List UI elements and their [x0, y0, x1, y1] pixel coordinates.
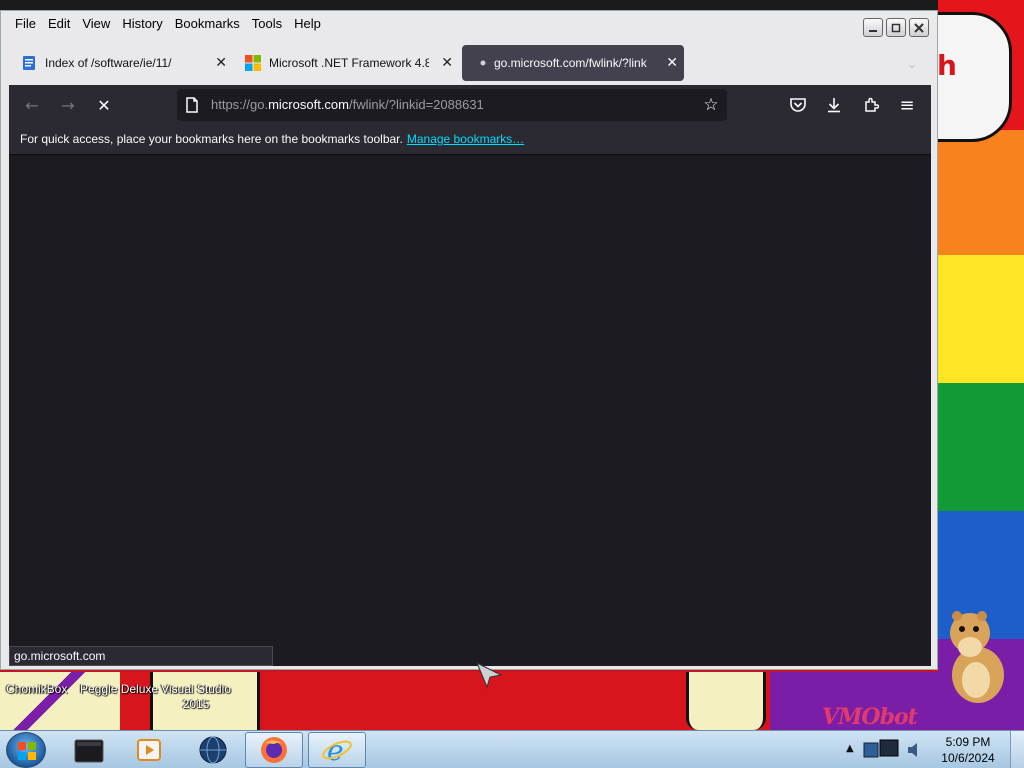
restore-icon — [891, 23, 901, 32]
page-content-area[interactable]: go.microsoft.com — [9, 155, 931, 689]
microsoft-logo-icon — [245, 55, 261, 71]
url-path: /fwlink/?linkid=2088631 — [349, 97, 484, 112]
media-player-icon — [137, 739, 161, 761]
tab-index-software[interactable]: Index of /software/ie/11/ ✕ — [9, 45, 233, 81]
document-icon — [23, 56, 35, 70]
window-controls — [863, 18, 929, 37]
status-panel: go.microsoft.com — [9, 646, 273, 666]
clock-date: 10/6/2024 — [941, 751, 995, 765]
terminal-icon — [74, 739, 104, 763]
bookmarks-hint-text: For quick access, place your bookmarks h… — [20, 132, 403, 146]
taskbar: e ▲ 5:09 PM 10/6/2024 — [0, 730, 1024, 768]
download-icon — [828, 98, 840, 113]
taskbar-clock[interactable]: 5:09 PM 10/6/2024 — [930, 734, 1006, 766]
tab-close-button[interactable]: ✕ — [215, 54, 227, 71]
close-icon — [914, 22, 924, 33]
menu-tools[interactable]: Tools — [246, 13, 288, 35]
speech-bubble-text: h — [937, 49, 957, 82]
firefox-icon — [261, 737, 287, 763]
tab-close-button[interactable]: ✕ — [441, 54, 453, 71]
pocket-icon — [790, 98, 806, 112]
close-window-button[interactable] — [909, 18, 929, 37]
rainbow-yellow — [938, 255, 1024, 383]
internet-explorer-icon: e — [322, 735, 352, 765]
back-button[interactable]: ← — [21, 95, 43, 115]
stop-loading-button[interactable]: ✕ — [93, 95, 115, 115]
hamster-image — [950, 611, 1004, 703]
rainbow-green — [938, 383, 1024, 511]
taskbar-item-media-player[interactable] — [120, 732, 178, 768]
tab-title: Microsoft .NET Framework 4.8 o — [269, 56, 429, 70]
app-menu-button[interactable]: ≡ — [897, 95, 917, 116]
downloads-button[interactable] — [824, 95, 844, 115]
page-info-icon — [186, 97, 198, 113]
tab-strip: Index of /software/ie/11/ ✕ Microsoft .N… — [9, 45, 931, 81]
taskbar-item-firefox[interactable] — [245, 732, 303, 768]
menu-bookmarks[interactable]: Bookmarks — [169, 13, 246, 35]
url-host: microsoft.com — [268, 97, 349, 112]
mouse-cursor-icon — [476, 661, 503, 689]
puzzle-piece-icon — [865, 97, 879, 112]
bookmarks-toolbar-message: For quick access, place your bookmarks h… — [20, 132, 524, 146]
clock-time: 5:09 PM — [945, 735, 991, 749]
taskbar-item-globe[interactable] — [184, 732, 242, 768]
browser-content-frame: ← → ✕ https://go.microsoft.com/fwlink/?l… — [9, 85, 931, 689]
desktop-icon-peggle-deluxe[interactable]: Peggle Deluxe — [80, 682, 158, 697]
show-desktop-button[interactable] — [1010, 731, 1024, 768]
network-icon[interactable] — [862, 737, 902, 763]
rainbow-orange — [938, 130, 1024, 255]
tab-dotnet-framework[interactable]: Microsoft .NET Framework 4.8 o ✕ — [235, 45, 459, 81]
pocket-button[interactable] — [788, 95, 808, 115]
forward-button[interactable]: → — [57, 95, 79, 115]
browser-window: File Edit View History Bookmarks Tools H… — [0, 10, 938, 689]
windows-logo-icon — [18, 742, 36, 760]
bookmarks-toolbar: For quick access, place your bookmarks h… — [9, 125, 931, 155]
tab-title: Index of /software/ie/11/ — [45, 56, 172, 70]
menu-help[interactable]: Help — [288, 13, 327, 35]
url-bar[interactable]: https://go.microsoft.com/fwlink/?linkid=… — [177, 89, 727, 121]
taskbar-item-internet-explorer[interactable]: e — [308, 732, 366, 768]
wallpaper-shape — [0, 672, 120, 730]
menu-history[interactable]: History — [116, 13, 168, 35]
taskbar-item-terminal[interactable] — [60, 732, 118, 768]
start-button[interactable] — [6, 732, 46, 768]
loading-dot-icon — [480, 60, 486, 66]
minimize-icon — [869, 29, 877, 32]
minimize-button[interactable] — [863, 18, 883, 37]
menu-edit[interactable]: Edit — [42, 13, 76, 35]
tab-go-microsoft-active[interactable]: go.microsoft.com/fwlink/?link ✕ — [462, 45, 684, 81]
manage-bookmarks-link[interactable]: Manage bookmarks… — [407, 132, 524, 146]
bookmark-star-button[interactable]: ☆ — [701, 95, 721, 115]
desktop-icon-chomikbox[interactable]: ChomikBox — [6, 682, 67, 697]
notification-area: ▲ 5:09 PM 10/6/2024 — [838, 731, 1024, 768]
wallpaper-vmobot-text: VMObot — [822, 704, 918, 730]
show-hidden-icons-button[interactable]: ▲ — [846, 743, 854, 754]
tab-close-button[interactable]: ✕ — [666, 54, 678, 71]
url-prefix: https://go. — [211, 97, 269, 112]
wallpaper-shape — [686, 672, 766, 730]
menu-view[interactable]: View — [76, 13, 116, 35]
desktop-icon-visual-studio[interactable]: Visual Studio 2015 — [160, 682, 232, 712]
speaker-icon[interactable] — [906, 741, 922, 759]
speech-bubble: h — [932, 12, 1012, 142]
svg-text:e: e — [327, 735, 344, 765]
list-all-tabs-button[interactable]: ⌄ — [907, 57, 917, 71]
menu-file[interactable]: File — [9, 13, 42, 35]
globe-icon — [199, 736, 227, 764]
menu-bar: File Edit View History Bookmarks Tools H… — [9, 13, 327, 35]
tab-title: go.microsoft.com/fwlink/?link — [494, 56, 647, 70]
extensions-button[interactable] — [861, 95, 881, 115]
restore-button[interactable] — [886, 18, 906, 37]
url-text[interactable]: https://go.microsoft.com/fwlink/?linkid=… — [211, 97, 484, 112]
navigation-toolbar: ← → ✕ https://go.microsoft.com/fwlink/?l… — [9, 85, 931, 125]
